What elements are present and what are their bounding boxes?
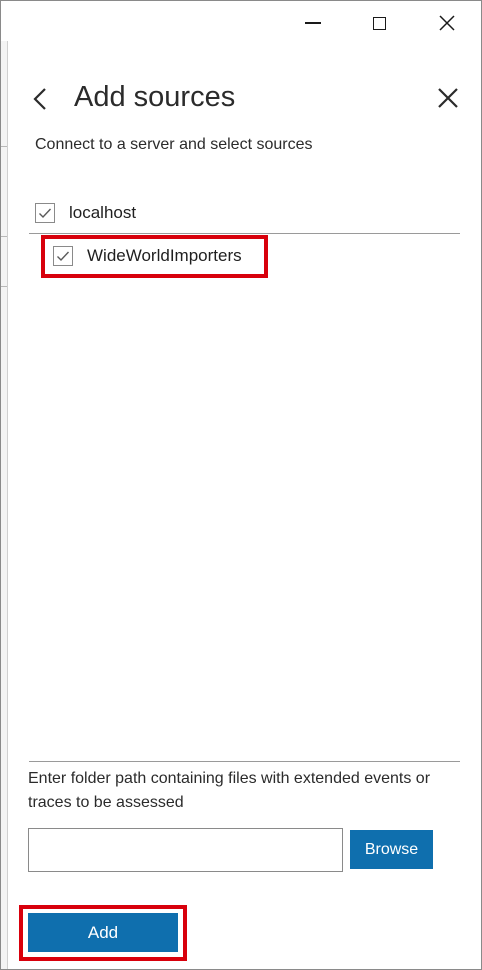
bottom-divider — [29, 761, 460, 762]
title-bar — [1, 1, 481, 45]
folder-hint: Enter folder path containing files with … — [28, 770, 431, 811]
panel-subtitle: Connect to a server and select sources — [35, 136, 313, 153]
chevron-left-icon — [33, 88, 46, 110]
back-button[interactable] — [27, 85, 53, 113]
app-window: Add sources Connect to a server and sele… — [0, 0, 482, 970]
page-title: Add sources — [74, 81, 236, 113]
close-panel-button[interactable] — [433, 83, 463, 113]
minimize-icon — [305, 22, 321, 24]
server-checkbox[interactable] — [35, 203, 55, 223]
edge-tick — [1, 236, 7, 237]
edge-tick — [1, 146, 7, 147]
database-label: WideWorldImporters — [87, 246, 242, 265]
add-button[interactable]: Add — [28, 913, 178, 952]
close-icon — [438, 88, 458, 108]
minimize-button[interactable] — [280, 1, 346, 45]
maximize-button[interactable] — [346, 1, 412, 45]
tree-item-database[interactable]: WideWorldImporters — [53, 246, 242, 266]
maximize-icon — [372, 16, 386, 30]
edge-tick — [1, 286, 7, 287]
folder-path-input[interactable] — [28, 828, 343, 872]
tree-divider — [29, 233, 460, 234]
background-window-edge — [1, 41, 8, 969]
tree-item-server[interactable]: localhost — [35, 203, 136, 223]
server-label: localhost — [69, 203, 137, 222]
checkmark-icon — [57, 251, 70, 262]
window-close-button[interactable] — [414, 1, 480, 45]
checkmark-icon — [39, 208, 52, 219]
close-icon — [439, 15, 455, 31]
browse-button[interactable]: Browse — [350, 830, 433, 869]
database-checkbox[interactable] — [53, 246, 73, 266]
